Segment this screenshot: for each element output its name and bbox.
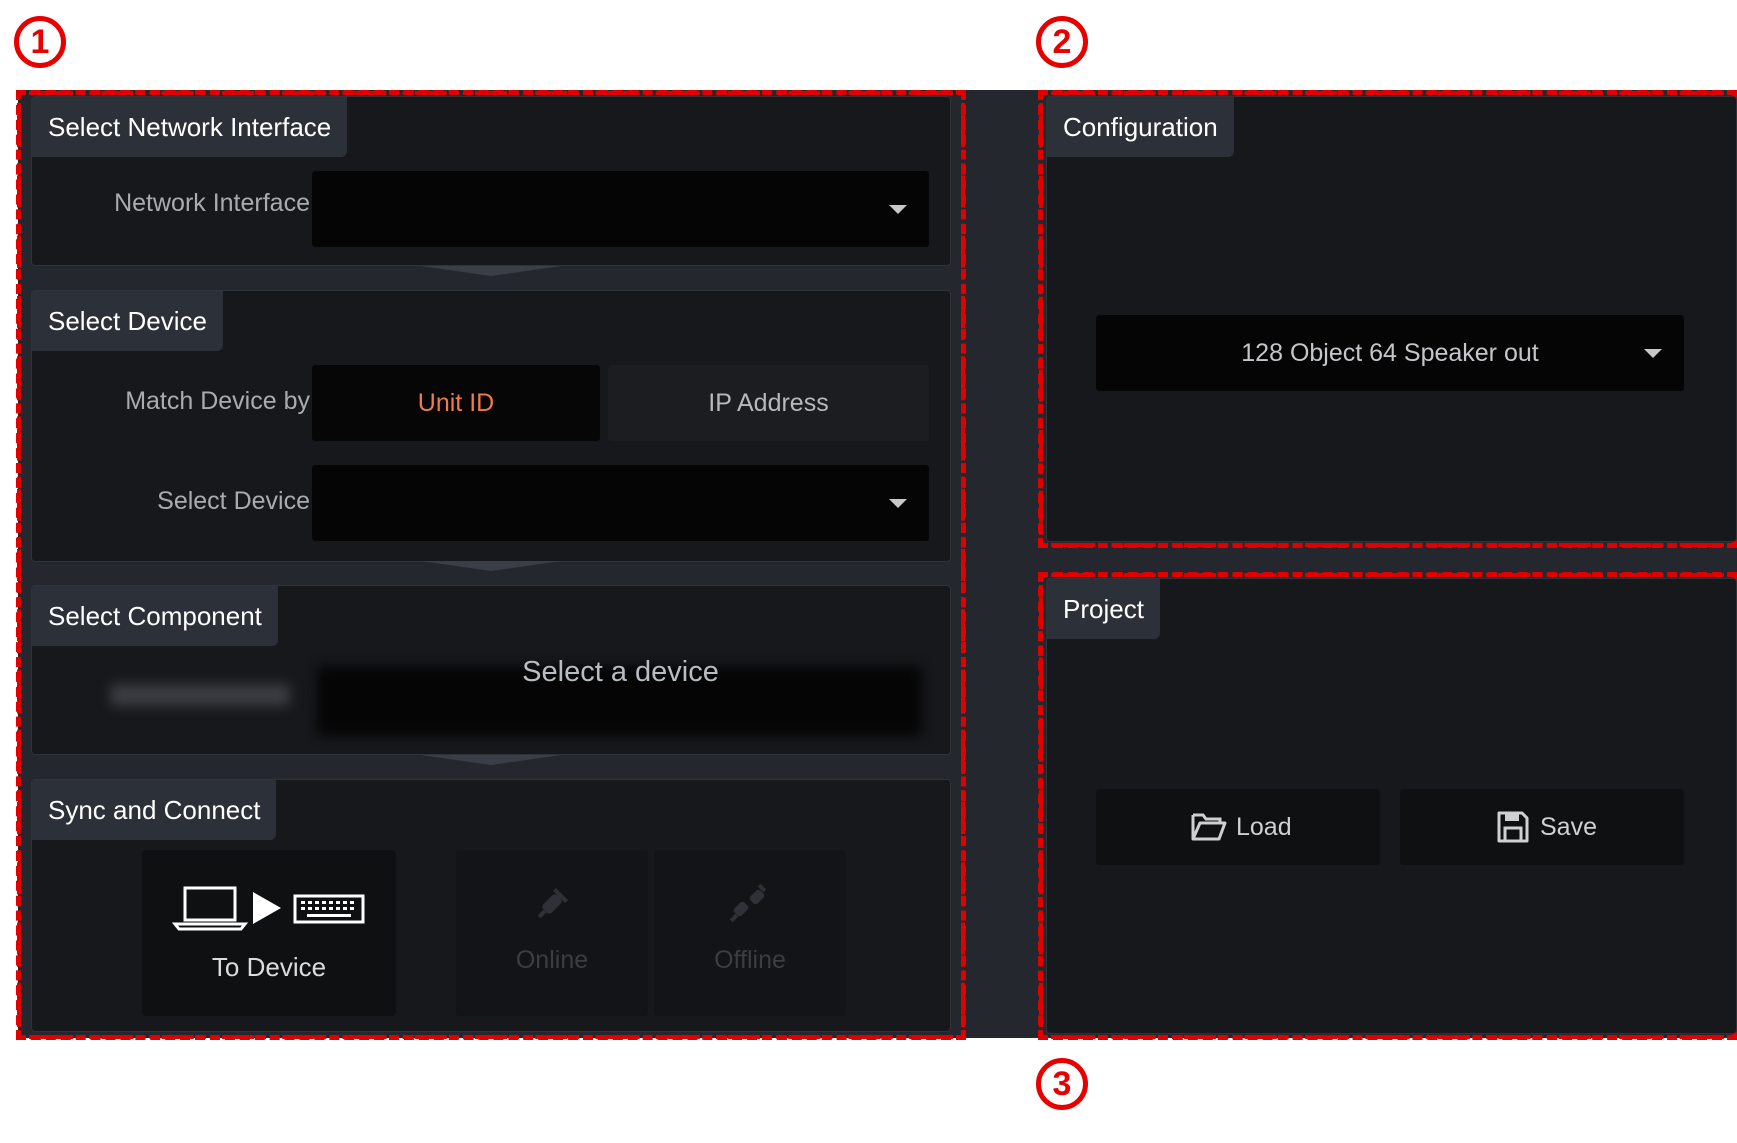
floppy-disk-icon [1497, 811, 1529, 843]
online-label: Online [515, 946, 589, 974]
flow-arrow-icon [421, 266, 561, 276]
panel-configuration: Configuration 128 Object 64 Speaker out [1046, 96, 1737, 542]
callout-3: 3 [1036, 1058, 1088, 1110]
match-device-label: Match Device by [125, 387, 310, 415]
component-label-blurred [110, 684, 290, 706]
panel-title: Project [1047, 579, 1160, 639]
plug-connect-icon [537, 888, 568, 919]
chevron-down-icon [889, 205, 907, 214]
offline-button[interactable]: Offline [654, 850, 846, 1016]
configuration-value: 128 Object 64 Speaker out [1241, 339, 1539, 367]
load-label: Load [1236, 813, 1292, 841]
callout-1: 1 [14, 16, 66, 68]
save-button[interactable]: Save [1400, 789, 1684, 865]
offline-label: Offline [714, 946, 786, 974]
component-placeholder: Select a device [522, 656, 719, 688]
laptop-to-device-icon [171, 886, 365, 931]
select-device-dropdown[interactable] [312, 465, 929, 541]
save-label: Save [1540, 813, 1597, 841]
panel-title: Select Network Interface [32, 97, 348, 157]
configuration-select[interactable]: 128 Object 64 Speaker out [1096, 315, 1684, 391]
panel-select-device: Select Device Match Device by Unit ID IP… [31, 290, 951, 562]
folder-open-icon [1191, 813, 1227, 841]
network-interface-select[interactable] [312, 171, 929, 247]
panel-network-interface: Select Network Interface Network Interfa… [31, 96, 951, 266]
panel-title: Sync and Connect [32, 780, 277, 840]
select-device-label: Select Device [157, 487, 310, 515]
panel-select-component: Select Component Select a device [31, 585, 951, 755]
panel-title: Select Component [32, 586, 278, 646]
panel-project: Project Load Save [1046, 578, 1737, 1034]
panel-title: Configuration [1047, 97, 1234, 157]
to-device-button[interactable]: To Device [142, 850, 396, 1016]
plug-disconnect-icon [730, 884, 767, 923]
panel-sync-connect: Sync and Connect To Device Online Offlin… [31, 779, 951, 1032]
flow-arrow-icon [421, 755, 561, 765]
to-device-label: To Device [211, 952, 327, 982]
chevron-down-icon [889, 499, 907, 508]
match-unit-id-toggle[interactable]: Unit ID [312, 365, 600, 441]
flow-arrow-icon [421, 561, 561, 571]
match-ip-address-toggle[interactable]: IP Address [608, 365, 929, 441]
network-interface-label: Network Interface [114, 189, 310, 217]
panel-title: Select Device [32, 291, 223, 351]
online-button[interactable]: Online [456, 850, 648, 1016]
chevron-down-icon [1644, 349, 1662, 358]
load-button[interactable]: Load [1096, 789, 1380, 865]
callout-2: 2 [1036, 16, 1088, 68]
